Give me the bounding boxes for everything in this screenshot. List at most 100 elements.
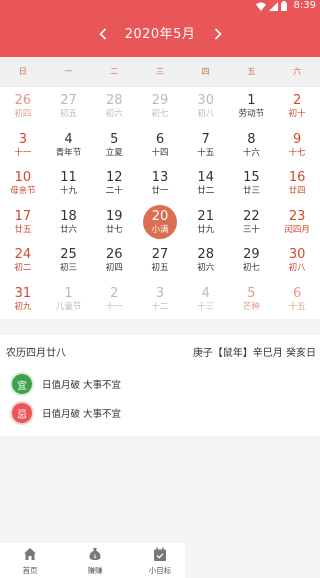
calendar-day[interactable]: 22 三十 (229, 203, 275, 242)
calendar-day[interactable]: 26 初四 (91, 241, 137, 280)
tab-goal[interactable]: 小目标 (137, 547, 183, 576)
lunar-day: 十六 (242, 147, 260, 158)
lunar-day: 儿童节 (55, 302, 82, 312)
calendar-day[interactable]: 27 初五 (46, 87, 92, 126)
day-number: 1 (64, 286, 73, 301)
lunar-day: 十五 (288, 302, 306, 312)
calendar-day[interactable]: 24 初二 (0, 241, 46, 280)
calendar-day[interactable]: 18 廿六 (46, 203, 92, 242)
prev-month-button[interactable] (93, 23, 113, 45)
day-number: 31 (14, 286, 32, 301)
day-number: 26 (14, 93, 32, 108)
calendar-day[interactable]: 31 初九 (0, 280, 46, 319)
calendar-day[interactable]: 2 初十 (274, 87, 320, 126)
calendar-day[interactable]: 12 二十 (91, 164, 137, 203)
calendar-day[interactable]: 11 十九 (46, 164, 92, 203)
calendar-day[interactable]: 25 初三 (46, 241, 92, 280)
lunar-day: 初八 (288, 263, 306, 274)
day-number: 30 (197, 93, 214, 108)
calendar-day[interactable]: 30 初八 (274, 241, 320, 280)
tab-label: 赚赚 (87, 566, 103, 575)
day-number: 1 (247, 93, 256, 108)
calendar-day[interactable]: 3 十一 (0, 126, 46, 165)
day-number: 22 (243, 208, 260, 224)
calendar-day-selected[interactable]: 20 小满 (137, 203, 183, 242)
calendar-day[interactable]: 16 廿四 (274, 164, 320, 203)
calendar-day[interactable]: 8 十六 (229, 126, 275, 165)
calendar-day[interactable]: 4 十三 (183, 280, 229, 319)
calendar-day[interactable]: 10 母亲节 (0, 164, 46, 203)
calendar-day[interactable]: 1 劳动节 (229, 87, 275, 126)
lunar-date: 农历四月廿八 (6, 348, 66, 359)
weekday-label: 三 (155, 67, 164, 76)
day-number: 11 (60, 170, 77, 186)
day-number: 5 (110, 131, 119, 147)
chevron-right-icon (214, 28, 222, 40)
calendar-day[interactable]: 9 十七 (274, 126, 320, 165)
calendar-day[interactable]: 2 十一 (91, 280, 137, 319)
day-number: 5 (247, 286, 256, 301)
calendar-day[interactable]: 23 闰四月 (274, 203, 320, 242)
calendar-day[interactable]: 3 十二 (137, 280, 183, 319)
calendar-day[interactable]: 26 初四 (0, 87, 46, 126)
calendar-day[interactable]: 15 廿三 (229, 164, 275, 203)
calendar-day[interactable]: 7 十五 (183, 126, 229, 165)
lunar-day: 初九 (14, 302, 32, 312)
wifi-icon (256, 2, 266, 11)
calendar-day[interactable]: 29 初七 (229, 241, 275, 280)
ji-text: 日值月破 大事不宜 (42, 409, 122, 420)
day-number: 29 (151, 93, 169, 108)
lunar-day: 初六 (197, 263, 215, 274)
calendar-day[interactable]: 4 青年节 (46, 126, 92, 165)
day-number: 12 (106, 170, 123, 186)
lunar-day: 三十 (242, 224, 260, 235)
lunar-day: 廿一 (151, 186, 169, 197)
day-number: 17 (14, 208, 32, 224)
next-month-button[interactable] (208, 23, 228, 45)
calendar-day[interactable]: 21 廿九 (183, 203, 229, 242)
calendar-day[interactable]: 17 廿五 (0, 203, 46, 242)
day-number: 4 (201, 286, 210, 301)
day-number: 26 (106, 247, 123, 263)
weekday-label: 日 (18, 67, 27, 76)
calendar-day[interactable]: 27 初五 (137, 241, 183, 280)
day-number: 20 (151, 208, 169, 224)
lunar-day: 廿二 (197, 186, 215, 197)
day-number: 6 (292, 286, 302, 301)
tab-label: 首页 (22, 566, 38, 575)
lunar-day: 十三 (197, 302, 215, 312)
calendar-grid: 26 初四 27 初五 28 初六 29 初七 30 初八 1 劳动节 2 初十 3 十一 4 青年节 5 立夏 6 十四… (0, 87, 320, 319)
month-title[interactable]: 2020年5月 (114, 12, 206, 57)
day-number: 3 (155, 286, 165, 301)
calendar-day[interactable]: 29 初七 (137, 87, 183, 126)
lunar-day: 十二 (151, 302, 169, 312)
calendar-day[interactable]: 1 儿童节 (46, 280, 92, 319)
calendar-day[interactable]: 13 廿一 (137, 164, 183, 203)
lunar-day: 初六 (105, 109, 123, 119)
calendar-day[interactable]: 28 初六 (183, 241, 229, 280)
lunar-day: 初二 (14, 263, 32, 274)
calendar-day[interactable]: 5 芒种 (229, 280, 275, 319)
calendar-day[interactable]: 19 廿七 (91, 203, 137, 242)
weekday-label: 四 (201, 67, 210, 76)
weekday-row: 日 一 二 三 四 五 六 (0, 57, 320, 87)
tab-earn[interactable]: $ 赚赚 (72, 547, 118, 576)
calendar-day[interactable]: 5 立夏 (91, 126, 137, 165)
lunar-day: 廿七 (105, 224, 123, 235)
lunar-day: 初八 (197, 109, 215, 119)
yi-text: 日值月破 大事不宜 (42, 380, 122, 391)
tab-home[interactable]: 首页 (7, 547, 53, 576)
weekday-label: 五 (247, 67, 256, 76)
lunar-day: 初四 (14, 109, 32, 119)
ji-badge: 忌 (12, 403, 32, 423)
calendar-day[interactable]: 28 初六 (91, 87, 137, 126)
day-number: 10 (14, 170, 32, 186)
day-number: 28 (197, 247, 214, 263)
calendar-day[interactable]: 6 十五 (274, 280, 320, 319)
day-number: 9 (292, 131, 302, 147)
calendar-day[interactable]: 30 初八 (183, 87, 229, 126)
calendar-day[interactable]: 14 廿二 (183, 164, 229, 203)
chevron-left-icon (99, 28, 107, 40)
calendar-day[interactable]: 6 十四 (137, 126, 183, 165)
ganzhi-date: 庚子【鼠年】辛巳月 癸亥日 (192, 348, 316, 359)
